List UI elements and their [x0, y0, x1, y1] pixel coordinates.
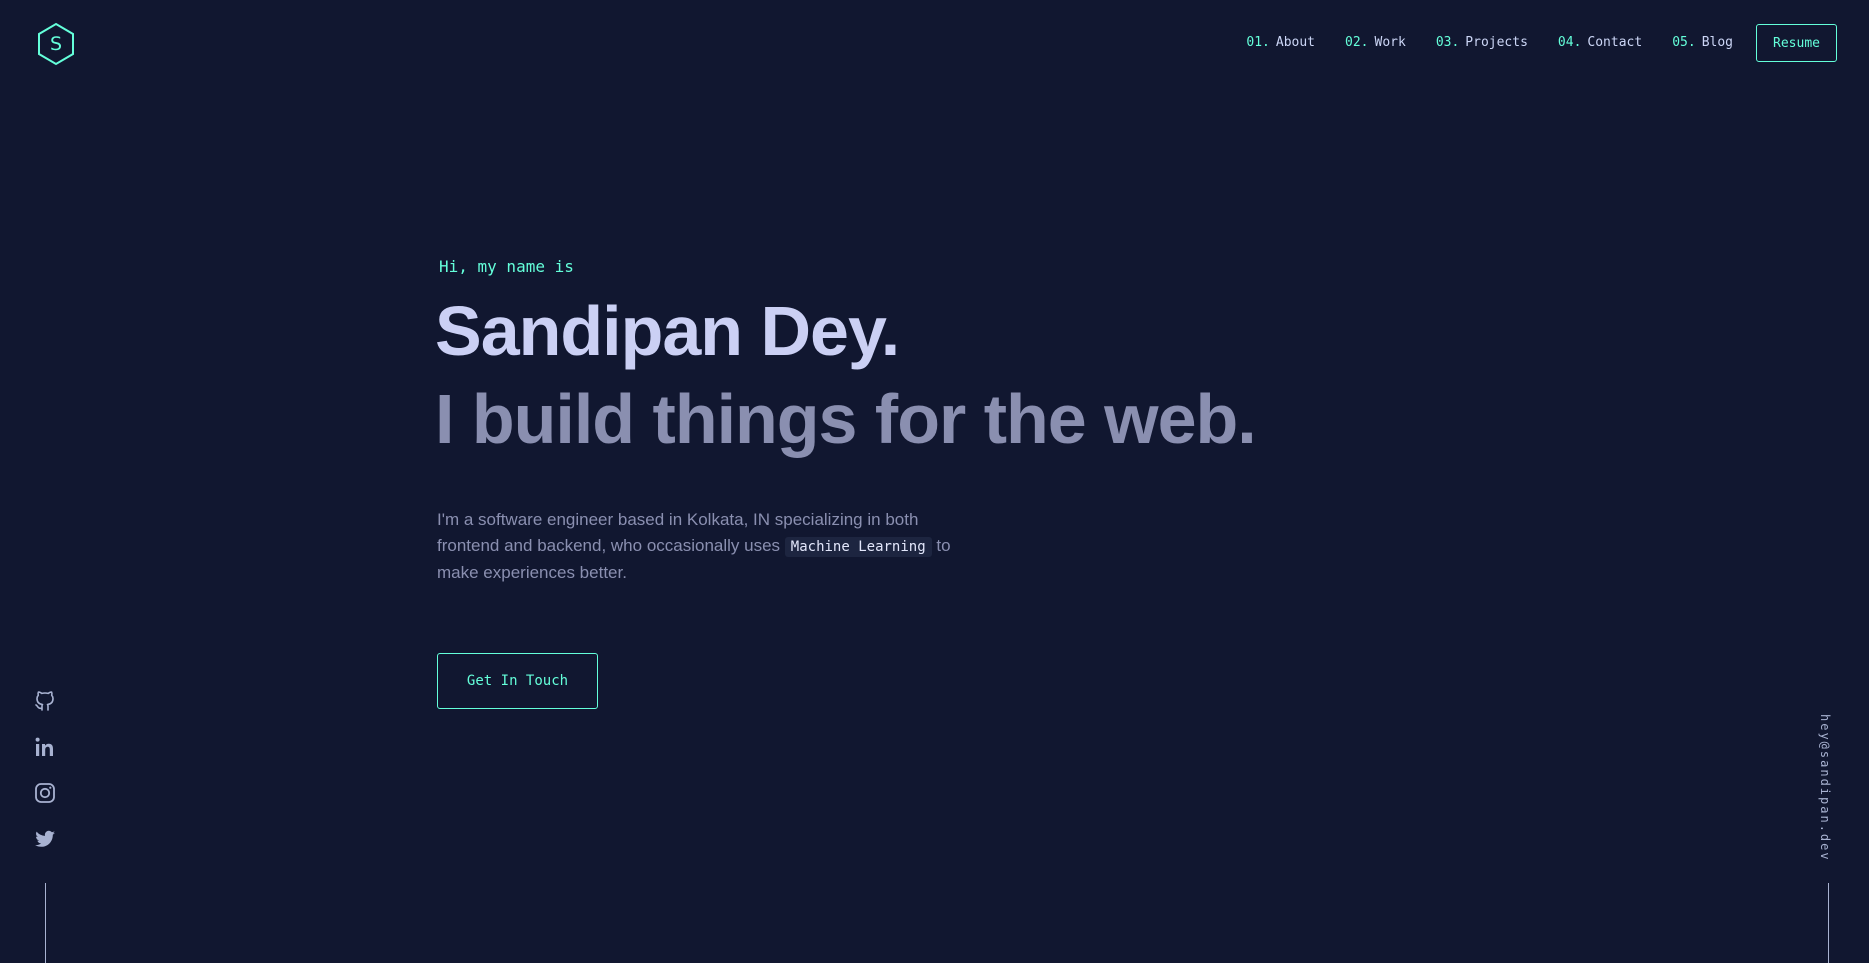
- nav-label: Work: [1374, 35, 1406, 50]
- nav-item-contact[interactable]: 04. Contact: [1558, 35, 1642, 50]
- social-links: [33, 689, 57, 873]
- nav-number: 02.: [1345, 35, 1369, 50]
- nav-number: 03.: [1435, 35, 1460, 50]
- hero-tagline: I build things for the web.: [435, 380, 1257, 458]
- nav-number: 05.: [1672, 35, 1696, 50]
- nav-label: Contact: [1587, 35, 1643, 50]
- hero-name: Sandipan Dey.: [435, 292, 900, 370]
- nav-label: About: [1275, 35, 1316, 50]
- instagram-icon: [35, 783, 55, 803]
- linkedin-link[interactable]: [33, 735, 57, 759]
- hero-greeting: Hi, my name is: [439, 257, 574, 276]
- right-sidebar-line: [1828, 883, 1829, 963]
- nav-item-projects[interactable]: 03. Projects: [1436, 35, 1528, 50]
- nav-item-work[interactable]: 02. Work: [1345, 35, 1406, 50]
- nav-item-about[interactable]: 01. About: [1246, 35, 1315, 50]
- linkedin-icon: [35, 737, 53, 756]
- nav-number: 01.: [1246, 35, 1270, 50]
- logo[interactable]: S: [36, 22, 76, 66]
- left-sidebar-line: [45, 883, 46, 963]
- resume-button[interactable]: Resume: [1756, 24, 1837, 62]
- nav-label: Projects: [1465, 35, 1528, 50]
- logo-letter: S: [49, 33, 63, 55]
- nav-number: 04.: [1557, 35, 1582, 50]
- machine-learning-highlight: Machine Learning: [784, 537, 932, 557]
- twitter-icon: [35, 830, 55, 847]
- hero-description: I'm a software engineer based in Kolkata…: [437, 507, 957, 586]
- email-link[interactable]: hey@sandipan.dev: [1818, 714, 1832, 862]
- instagram-link[interactable]: [33, 781, 57, 805]
- twitter-link[interactable]: [33, 827, 57, 851]
- main-nav: 01. About 02. Work 03. Projects 04. Contact …: [1246, 35, 1733, 50]
- github-icon: [35, 691, 54, 711]
- get-in-touch-button[interactable]: Get In Touch: [437, 653, 598, 709]
- nav-label: Blog: [1701, 35, 1733, 50]
- github-link[interactable]: [33, 689, 57, 713]
- nav-item-blog[interactable]: 05. Blog: [1672, 35, 1733, 50]
